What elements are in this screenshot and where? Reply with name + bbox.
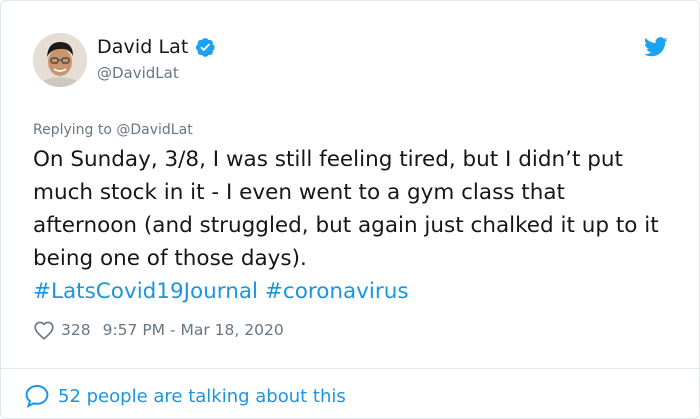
tweet-header: David Lat @DavidLat — [33, 33, 673, 89]
display-name[interactable]: David Lat — [97, 36, 188, 58]
avatar[interactable] — [33, 33, 87, 87]
hashtag-link-latscovid19journal[interactable]: #LatsCovid19Journal — [33, 279, 258, 304]
reply-prefix: Replying to — [33, 122, 112, 138]
like-count[interactable]: 328 — [61, 321, 91, 339]
tweet-card: David Lat @DavidLat Replying to @DavidLa… — [0, 0, 700, 419]
twitter-bird-icon[interactable] — [644, 37, 668, 57]
speech-bubble-icon — [24, 383, 50, 409]
footer-divider — [1, 368, 699, 369]
reply-context: Replying to @DavidLat — [33, 122, 193, 138]
avatar-image — [33, 33, 87, 87]
reply-mention-link[interactable]: @DavidLat — [116, 122, 192, 138]
verified-badge-icon — [194, 36, 216, 58]
heart-icon[interactable] — [33, 319, 55, 341]
talking-count-link[interactable]: 52 people are talking about this — [58, 386, 346, 407]
tweet-meta: 328 9:57 PM - Mar 18, 2020 — [33, 317, 284, 343]
display-name-row: David Lat — [97, 35, 216, 59]
hashtag-link-coronavirus[interactable]: #coronavirus — [265, 279, 409, 304]
tweet-text: On Sunday, 3/8, I was still feeling tire… — [33, 147, 659, 271]
author-handle[interactable]: @DavidLat — [97, 64, 216, 82]
author-names: David Lat @DavidLat — [97, 35, 216, 82]
timestamp-link[interactable]: 9:57 PM - Mar 18, 2020 — [103, 321, 284, 339]
hashtag-row: #LatsCovid19Journal #coronavirus — [33, 275, 409, 308]
conversation-footer[interactable]: 52 people are talking about this — [24, 381, 346, 411]
